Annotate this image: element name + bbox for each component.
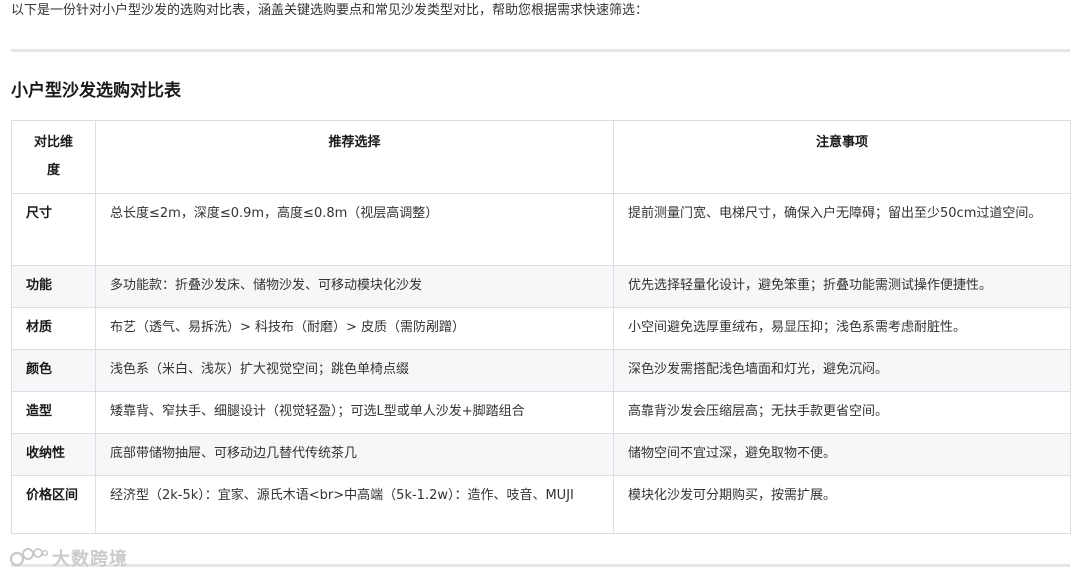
row-dimension: 功能 — [11, 265, 96, 308]
table-row: 收纳性 底部带储物抽屉、可移动边几替代传统茶几 储物空间不宜过深，避免取物不便。 — [11, 433, 1071, 476]
watermark: 大数跨境 — [10, 545, 128, 571]
brand-logo-icon — [10, 546, 48, 570]
row-dimension: 造型 — [11, 391, 96, 434]
row-recommend: 经济型（2k-5k）：宜家、源氏木语<br>中高端（5k-1.2w）：造作、吱音… — [95, 475, 614, 534]
row-notes: 深色沙发需搭配浅色墙面和灯光，避免沉闷。 — [613, 349, 1071, 392]
watermark-text: 大数跨境 — [52, 549, 128, 570]
table-row: 颜色 浅色系（米白、浅灰）扩大视觉空间；跳色单椅点缀 深色沙发需搭配浅色墙面和灯… — [11, 349, 1071, 392]
table-header-row: 对比维度 推荐选择 注意事项 — [11, 120, 1071, 194]
header-notes: 注意事项 — [613, 120, 1071, 194]
table-row: 价格区间 经济型（2k-5k）：宜家、源氏木语<br>中高端（5k-1.2w）：… — [11, 475, 1071, 534]
table-row: 材质 布艺（透气、易拆洗）> 科技布（耐磨）> 皮质（需防剐蹭） 小空间避免选厚… — [11, 307, 1071, 350]
header-dimension: 对比维度 — [11, 120, 96, 194]
row-recommend: 布艺（透气、易拆洗）> 科技布（耐磨）> 皮质（需防剐蹭） — [95, 307, 614, 350]
row-notes: 小空间避免选厚重绒布，易显压抑；浅色系需考虑耐脏性。 — [613, 307, 1071, 350]
intro-text: 以下是一份针对小户型沙发的选购对比表，涵盖关键选购要点和常见沙发类型对比，帮助您… — [11, 3, 649, 18]
table-row: 造型 矮靠背、窄扶手、细腿设计（视觉轻盈）；可选L型或单人沙发+脚踏组合 高靠背… — [11, 391, 1071, 434]
row-dimension: 材质 — [11, 307, 96, 350]
section-heading: 小户型沙发选购对比表 — [11, 81, 181, 101]
row-dimension: 尺寸 — [11, 193, 96, 266]
row-dimension: 收纳性 — [11, 433, 96, 476]
row-notes: 提前测量门宽、电梯尺寸，确保入户无障碍；留出至少50cm过道空间。 — [613, 193, 1071, 266]
row-notes: 优先选择轻量化设计，避免笨重；折叠功能需测试操作便捷性。 — [613, 265, 1071, 308]
row-notes: 高靠背沙发会压缩层高；无扶手款更省空间。 — [613, 391, 1071, 434]
header-recommend: 推荐选择 — [95, 120, 614, 194]
row-recommend: 矮靠背、窄扶手、细腿设计（视觉轻盈）；可选L型或单人沙发+脚踏组合 — [95, 391, 614, 434]
row-recommend: 多功能款：折叠沙发床、储物沙发、可移动模块化沙发 — [95, 265, 614, 308]
divider-bottom — [11, 564, 1070, 567]
row-dimension: 价格区间 — [11, 475, 96, 534]
comparison-table: 对比维度 推荐选择 注意事项 尺寸 总长度≤2m，深度≤0.9m，高度≤0.8m… — [11, 120, 1071, 534]
row-recommend: 总长度≤2m，深度≤0.9m，高度≤0.8m（视层高调整） — [95, 193, 614, 266]
row-recommend: 底部带储物抽屉、可移动边几替代传统茶几 — [95, 433, 614, 476]
row-dimension: 颜色 — [11, 349, 96, 392]
row-recommend: 浅色系（米白、浅灰）扩大视觉空间；跳色单椅点缀 — [95, 349, 614, 392]
divider-top — [11, 49, 1070, 52]
table-row: 尺寸 总长度≤2m，深度≤0.9m，高度≤0.8m（视层高调整） 提前测量门宽、… — [11, 193, 1071, 266]
row-notes: 储物空间不宜过深，避免取物不便。 — [613, 433, 1071, 476]
row-notes: 模块化沙发可分期购买，按需扩展。 — [613, 475, 1071, 534]
table-row: 功能 多功能款：折叠沙发床、储物沙发、可移动模块化沙发 优先选择轻量化设计，避免… — [11, 265, 1071, 308]
document-page: 以下是一份针对小户型沙发的选购对比表，涵盖关键选购要点和常见沙发类型对比，帮助您… — [0, 0, 1080, 579]
